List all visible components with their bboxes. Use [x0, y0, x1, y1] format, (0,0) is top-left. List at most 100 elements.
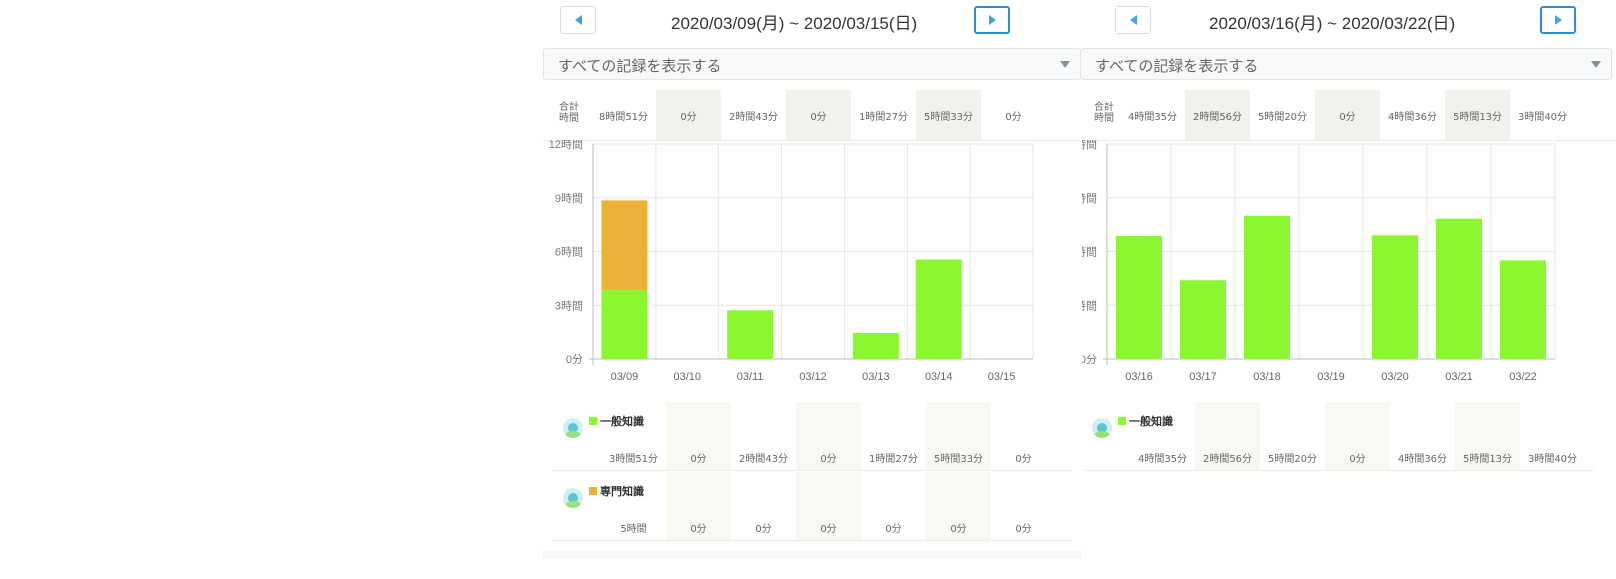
legend-value-cell: 0分 — [885, 524, 902, 535]
record-filter-value: すべての記録を表示する — [1095, 57, 1259, 75]
bar-general — [1116, 235, 1162, 359]
bar-general — [915, 259, 962, 359]
total-cell: 8時間51分 — [598, 111, 649, 123]
y-tick-label: 8時間 — [1082, 140, 1097, 151]
legend-value-cell: 2時間56分 — [1195, 402, 1260, 470]
record-filter-value: すべての記録を表示する — [558, 57, 722, 75]
next-week-button[interactable] — [1540, 6, 1576, 34]
legend-swatch-specialist — [589, 487, 597, 495]
legend-value-cell: 1時間27分 — [868, 454, 919, 465]
y-tick-label: 3時間 — [555, 299, 583, 312]
date-range-title: 2020/03/16(月) ~ 2020/03/22(日) — [1209, 14, 1456, 33]
x-tick-label: 03/22 — [1509, 371, 1537, 383]
total-cell: 2時間43分 — [728, 111, 779, 123]
user-avatar-icon — [563, 488, 583, 508]
legend-value-cell: 0分 — [796, 402, 861, 470]
record-filter-select[interactable]: すべての記録を表示する — [1080, 48, 1612, 80]
bar-general — [1436, 218, 1482, 359]
bar-general — [1500, 260, 1546, 359]
total-cell: 2時間56分 — [1185, 90, 1250, 140]
y-tick-label: 9時間 — [555, 192, 583, 205]
x-tick-label: 03/21 — [1445, 371, 1473, 383]
date-range-title: 2020/03/09(月) ~ 2020/03/15(日) — [671, 14, 918, 33]
total-cell: 0分 — [1005, 111, 1022, 123]
x-tick-label: 03/10 — [674, 371, 702, 383]
bar-general — [1372, 235, 1418, 359]
chevron-right-icon — [1554, 15, 1562, 25]
bar-specialist — [601, 200, 648, 291]
prev-week-button[interactable] — [560, 6, 596, 34]
x-tick-label: 03/20 — [1381, 371, 1409, 383]
legend-row-general: 一般知識 3時間51分 0分 2時間43分 0分 1時間27分 5時間33分 0… — [553, 402, 1071, 471]
y-tick-label: 4時間 — [1082, 246, 1097, 259]
total-cell: 5時間33分 — [916, 90, 981, 140]
panel-footer — [543, 551, 1081, 559]
next-week-button[interactable] — [974, 6, 1010, 34]
legend-value-cell: 0分 — [926, 472, 991, 540]
chevron-left-icon — [574, 15, 582, 25]
user-avatar-icon — [1092, 418, 1112, 438]
x-tick-label: 03/19 — [1317, 371, 1345, 383]
legend-value-cell: 0分 — [1015, 524, 1032, 535]
legend-value-cell: 4時間36分 — [1397, 454, 1448, 465]
x-tick-label: 03/13 — [862, 371, 890, 383]
chevron-down-icon — [1060, 61, 1070, 68]
bar-chart: 0分 3時間 6時間 9時間 12時間 03/09 03/10 03/11 03/12 03/13… — [549, 140, 1034, 383]
bar-general — [727, 310, 774, 359]
y-tick-label: 6時間 — [1082, 192, 1097, 205]
legend-value-cell: 0分 — [1325, 402, 1390, 470]
chevron-left-icon — [1129, 15, 1137, 25]
prev-week-button[interactable] — [1115, 6, 1151, 34]
total-cell: 0分 — [656, 90, 721, 140]
total-cell: 1時間27分 — [858, 111, 909, 123]
legend-value-cell: 5時間33分 — [926, 402, 991, 470]
x-tick-label: 03/17 — [1189, 371, 1217, 383]
total-cell: 0分 — [1315, 90, 1380, 140]
legend-swatch-general — [589, 417, 597, 425]
x-tick-label: 03/09 — [611, 371, 639, 383]
record-filter-select[interactable]: すべての記録を表示する — [543, 48, 1081, 80]
totals-row: 合計時間 4時間35分 2時間56分 5時間20分 0分 4時間36分 5時間1… — [1082, 90, 1616, 141]
legend-value-cell: 0分 — [666, 402, 731, 470]
totals-label: 合計時間 — [1094, 102, 1114, 124]
totals-label: 合計時間 — [559, 102, 579, 124]
legend-value-cell: 3時間51分 — [608, 454, 659, 465]
legend-value-cell: 4時間35分 — [1137, 454, 1188, 465]
bar-general — [1244, 215, 1290, 359]
legend-value-cell: 5時間 — [620, 524, 647, 535]
legend-value-cell: 2時間43分 — [738, 454, 789, 465]
total-cell: 0分 — [786, 90, 851, 140]
y-tick-label: 2時間 — [1082, 299, 1097, 312]
total-cell: 5時間13分 — [1445, 90, 1510, 140]
bar-general — [601, 290, 648, 359]
bar-general — [852, 333, 899, 359]
x-tick-label: 03/12 — [799, 371, 827, 383]
x-tick-label: 03/14 — [925, 371, 953, 383]
bar-general — [1180, 280, 1226, 359]
x-tick-label: 03/16 — [1125, 371, 1153, 383]
legend-value-cell: 0分 — [796, 472, 861, 540]
legend-swatch-general — [1118, 417, 1126, 425]
x-tick-label: 03/18 — [1253, 371, 1281, 383]
total-cell: 4時間36分 — [1387, 111, 1438, 123]
totals-row: 合計時間 8時間51分 0分 2時間43分 0分 1時間27分 5時間33分 0… — [543, 90, 1081, 141]
user-avatar-icon — [563, 418, 583, 438]
y-tick-label: 12時間 — [549, 140, 583, 151]
bar-chart: 0分 2時間 4時間 6時間 8時間 03/16 03/17 03/18 03/19 03/20 0… — [1082, 140, 1556, 383]
chevron-down-icon — [1591, 61, 1601, 68]
legend-row-specialist: 専門知識 5時間 0分 0分 0分 0分 0分 0分 — [553, 472, 1071, 541]
y-tick-label: 0分 — [1082, 353, 1097, 366]
legend-value-cell: 0分 — [755, 524, 772, 535]
legend-value-cell: 0分 — [666, 472, 731, 540]
total-cell: 4時間35分 — [1127, 111, 1178, 123]
y-tick-label: 6時間 — [555, 246, 583, 259]
total-cell: 5時間20分 — [1257, 111, 1308, 123]
x-tick-label: 03/15 — [988, 371, 1016, 383]
legend-row-general: 一般知識 4時間35分 2時間56分 5時間20分 0分 4時間36分 5時間1… — [1082, 402, 1594, 471]
y-tick-label: 0分 — [566, 353, 583, 366]
total-cell: 3時間40分 — [1517, 111, 1568, 123]
legend-value-cell: 0分 — [1015, 454, 1032, 465]
chevron-right-icon — [988, 15, 996, 25]
legend-value-cell: 5時間20分 — [1267, 454, 1318, 465]
legend-value-cell: 3時間40分 — [1527, 454, 1578, 465]
